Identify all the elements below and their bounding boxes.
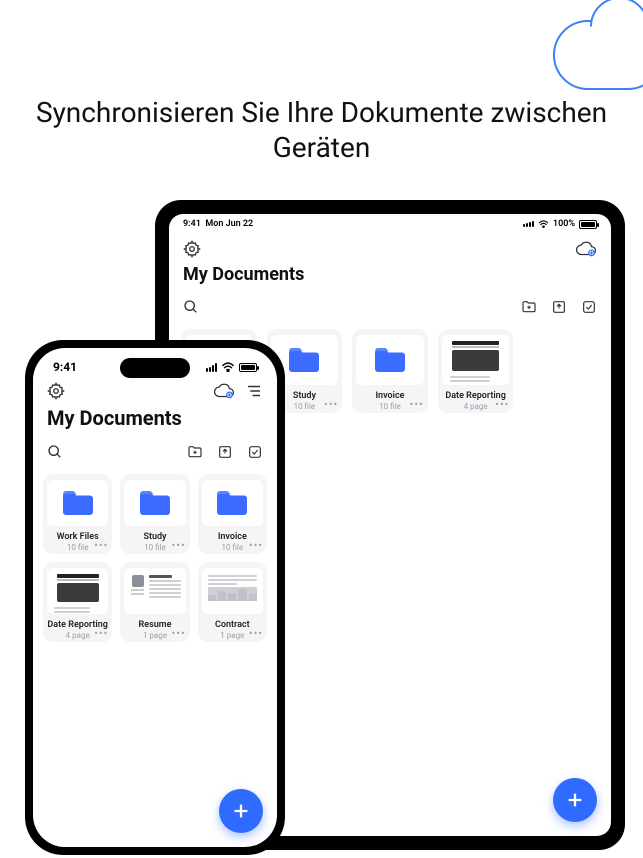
wifi-icon xyxy=(221,362,235,372)
doc-thumbnail xyxy=(124,568,185,614)
battery-pct: 100% xyxy=(553,219,575,229)
card-sub: 10 file xyxy=(67,543,89,552)
doc-card[interactable]: Invoice10 file••• xyxy=(198,474,267,554)
wifi-icon xyxy=(538,220,549,228)
battery-icon xyxy=(239,363,257,372)
iphone-time: 9:41 xyxy=(53,360,77,374)
page-title: My Documents xyxy=(169,264,611,293)
new-folder-icon[interactable] xyxy=(521,299,537,315)
new-folder-icon[interactable] xyxy=(187,444,203,460)
iphone-frame: 9:41 My Documents xyxy=(25,340,285,855)
ipad-date: Mon Jun 22 xyxy=(205,219,253,229)
doc-thumbnail xyxy=(442,335,510,385)
add-button[interactable] xyxy=(553,778,597,822)
ipad-status-bar: 9:41 Mon Jun 22 100% xyxy=(169,214,611,234)
more-icon[interactable]: ••• xyxy=(495,399,509,410)
card-sub: 10 file xyxy=(222,543,244,552)
doc-card[interactable]: Date Reporting4 page••• xyxy=(438,329,514,413)
import-icon[interactable] xyxy=(217,444,233,460)
card-sub: 4 page xyxy=(464,402,488,411)
signal-icon xyxy=(523,221,534,227)
more-icon[interactable]: ••• xyxy=(172,628,186,639)
import-icon[interactable] xyxy=(551,299,567,315)
battery-icon xyxy=(579,220,597,229)
more-icon[interactable]: ••• xyxy=(249,628,263,639)
doc-card[interactable]: Invoice10 file••• xyxy=(352,329,428,413)
more-icon[interactable]: ••• xyxy=(94,540,108,551)
cloud-sync-icon[interactable] xyxy=(213,383,235,399)
card-sub: 1 page xyxy=(220,631,244,640)
more-icon[interactable]: ••• xyxy=(324,399,338,410)
add-button[interactable] xyxy=(219,789,263,833)
select-icon[interactable] xyxy=(247,444,263,460)
page-title: My Documents xyxy=(33,406,277,438)
doc-thumbnail xyxy=(47,568,108,614)
search-icon[interactable] xyxy=(183,299,199,315)
ipad-time: 9:41 xyxy=(183,219,201,229)
more-icon[interactable]: ••• xyxy=(172,540,186,551)
settings-icon[interactable] xyxy=(183,240,201,258)
doc-card[interactable]: Date Reporting4 page••• xyxy=(43,562,112,642)
cloud-sync-icon[interactable] xyxy=(575,241,597,257)
folder-icon xyxy=(202,480,263,526)
doc-thumbnail xyxy=(202,568,263,614)
doc-card[interactable]: Resume1 page••• xyxy=(120,562,189,642)
card-sub: 10 file xyxy=(379,402,401,411)
headline: Synchronisieren Sie Ihre Dokumente zwisc… xyxy=(0,0,643,165)
card-sub: 10 file xyxy=(294,402,316,411)
card-sub: 4 page xyxy=(66,631,90,640)
settings-icon[interactable] xyxy=(47,382,65,400)
folder-icon xyxy=(356,335,424,385)
card-sub: 1 page xyxy=(143,631,167,640)
card-sub: 10 file xyxy=(144,543,166,552)
doc-card[interactable]: Work Files10 file••• xyxy=(43,474,112,554)
folder-icon xyxy=(47,480,108,526)
search-icon[interactable] xyxy=(47,444,63,460)
more-icon[interactable]: ••• xyxy=(410,399,424,410)
iphone-screen: 9:41 My Documents xyxy=(33,348,277,847)
signal-icon xyxy=(206,363,217,372)
more-icon[interactable]: ••• xyxy=(249,540,263,551)
doc-card[interactable]: Contract1 page••• xyxy=(198,562,267,642)
iphone-grid: Work Files10 file•••Study10 file•••Invoi… xyxy=(33,470,277,646)
notch xyxy=(120,358,190,378)
menu-icon[interactable] xyxy=(245,384,263,398)
select-icon[interactable] xyxy=(581,299,597,315)
folder-icon xyxy=(124,480,185,526)
doc-card[interactable]: Study10 file••• xyxy=(120,474,189,554)
more-icon[interactable]: ••• xyxy=(94,628,108,639)
